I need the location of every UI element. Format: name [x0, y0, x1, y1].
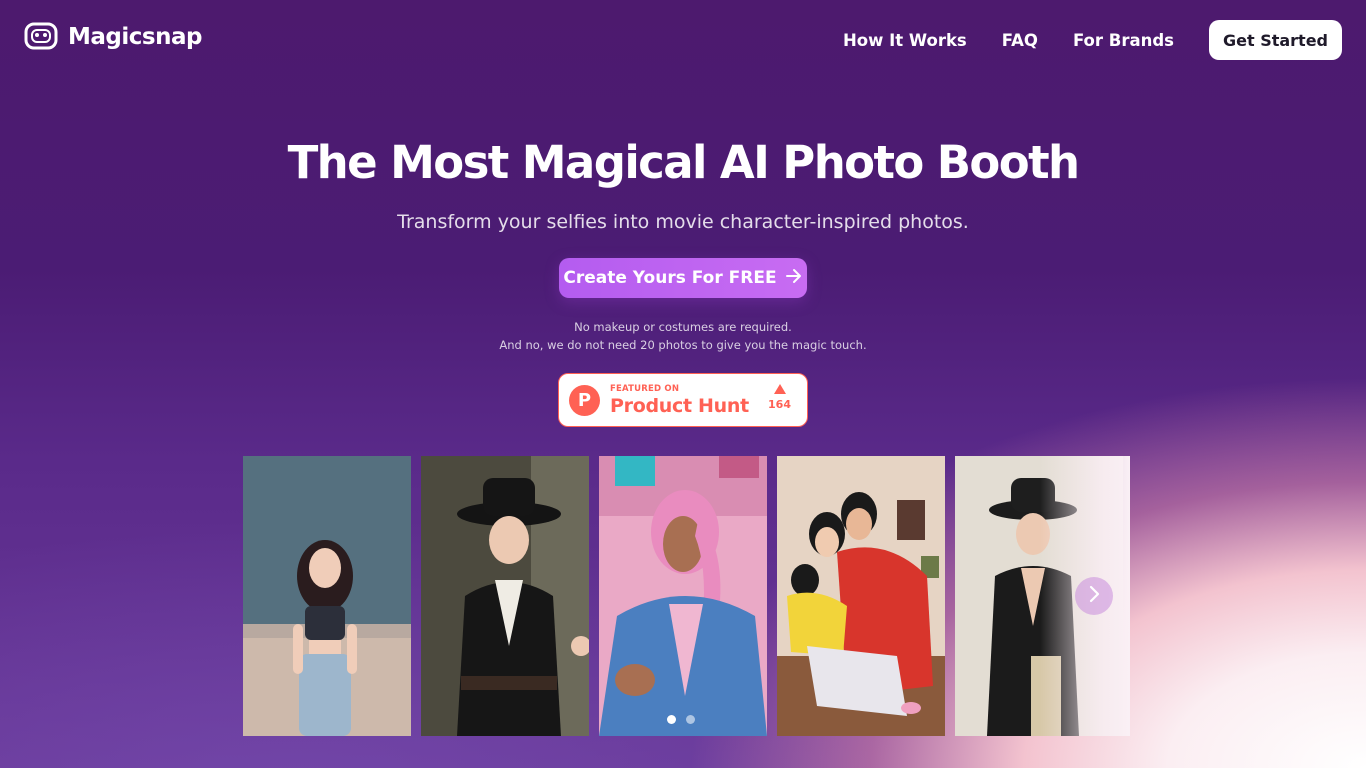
- product-hunt-logo-icon: P: [569, 384, 600, 416]
- create-free-label: Create Yours For FREE: [563, 268, 777, 288]
- carousel-dot-2[interactable]: [686, 715, 695, 724]
- upvote-triangle-icon: [773, 384, 786, 394]
- pink-hair-man-photo[interactable]: [599, 456, 767, 736]
- hero-subtitle: Transform your selfies into movie charac…: [397, 211, 969, 233]
- carousel-dot-1[interactable]: [667, 715, 676, 724]
- carousel-next-button[interactable]: [1075, 577, 1113, 615]
- product-hunt-badge[interactable]: P FEATURED ON Product Hunt 164: [558, 373, 808, 427]
- robot-face-icon: [24, 22, 58, 52]
- anime-girl-photo[interactable]: [243, 456, 411, 736]
- logo-text: Magicsnap: [68, 24, 202, 50]
- logo[interactable]: Magicsnap: [24, 22, 202, 52]
- carousel-dots: [667, 715, 695, 724]
- create-free-button[interactable]: Create Yours For FREE: [559, 258, 807, 298]
- note-line-2: And no, we do not need 20 photos to give…: [499, 338, 867, 352]
- anime-family-photo[interactable]: [777, 456, 945, 736]
- photo-carousel: [243, 456, 1123, 736]
- nav-for-brands[interactable]: For Brands: [1073, 31, 1174, 50]
- ph-votes: 164: [768, 384, 791, 411]
- chevron-right-icon: [1087, 585, 1101, 607]
- main-nav: How It Works FAQ For Brands Get Started: [843, 20, 1342, 60]
- ph-vote-count: 164: [768, 398, 791, 411]
- ph-name: Product Hunt: [610, 394, 749, 417]
- nav-how-it-works[interactable]: How It Works: [843, 31, 967, 50]
- ph-featured-label: FEATURED ON: [610, 383, 680, 394]
- get-started-button[interactable]: Get Started: [1209, 20, 1342, 60]
- woman-black-hat-photo[interactable]: [421, 456, 589, 736]
- site-header: Magicsnap How It Works FAQ For Brands Ge…: [0, 0, 1366, 80]
- nav-faq[interactable]: FAQ: [1002, 31, 1038, 50]
- note-line-1: No makeup or costumes are required.: [574, 320, 792, 334]
- arrow-right-icon: [785, 268, 803, 289]
- hero-title: The Most Magical AI Photo Booth: [287, 136, 1080, 189]
